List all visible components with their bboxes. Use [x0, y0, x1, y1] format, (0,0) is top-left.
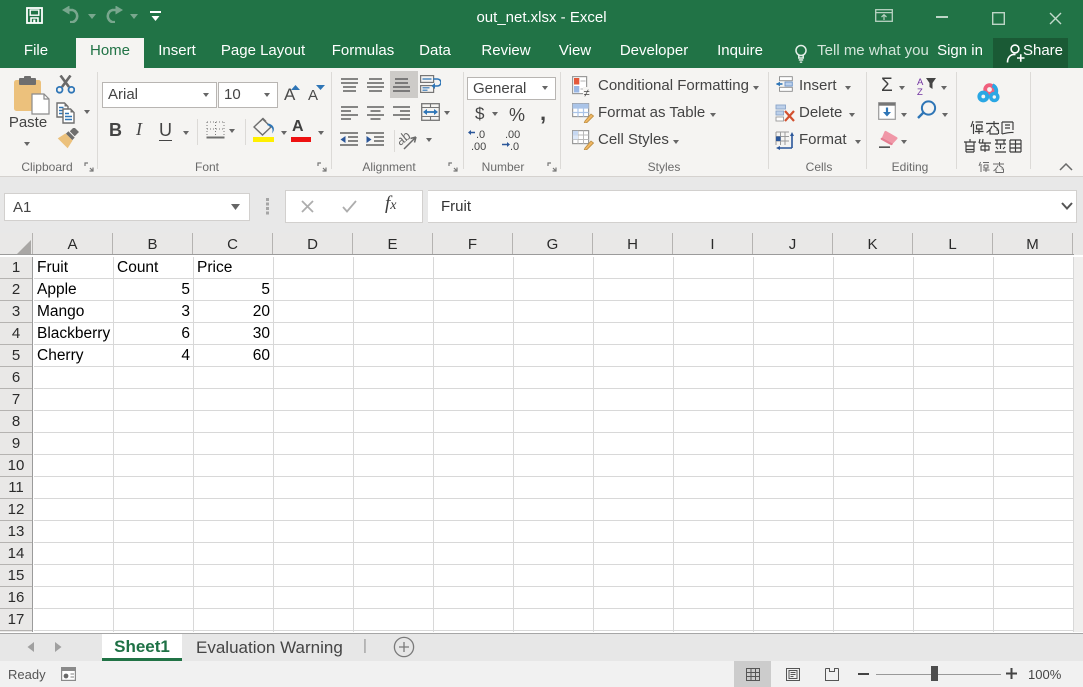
svg-text:.00: .00	[471, 141, 486, 152]
svg-text:.00: .00	[505, 129, 520, 141]
svg-text:.0: .0	[510, 141, 519, 152]
svg-text:≠: ≠	[584, 88, 590, 98]
svg-text:.0: .0	[476, 129, 485, 141]
svg-text:Z: Z	[917, 87, 923, 95]
